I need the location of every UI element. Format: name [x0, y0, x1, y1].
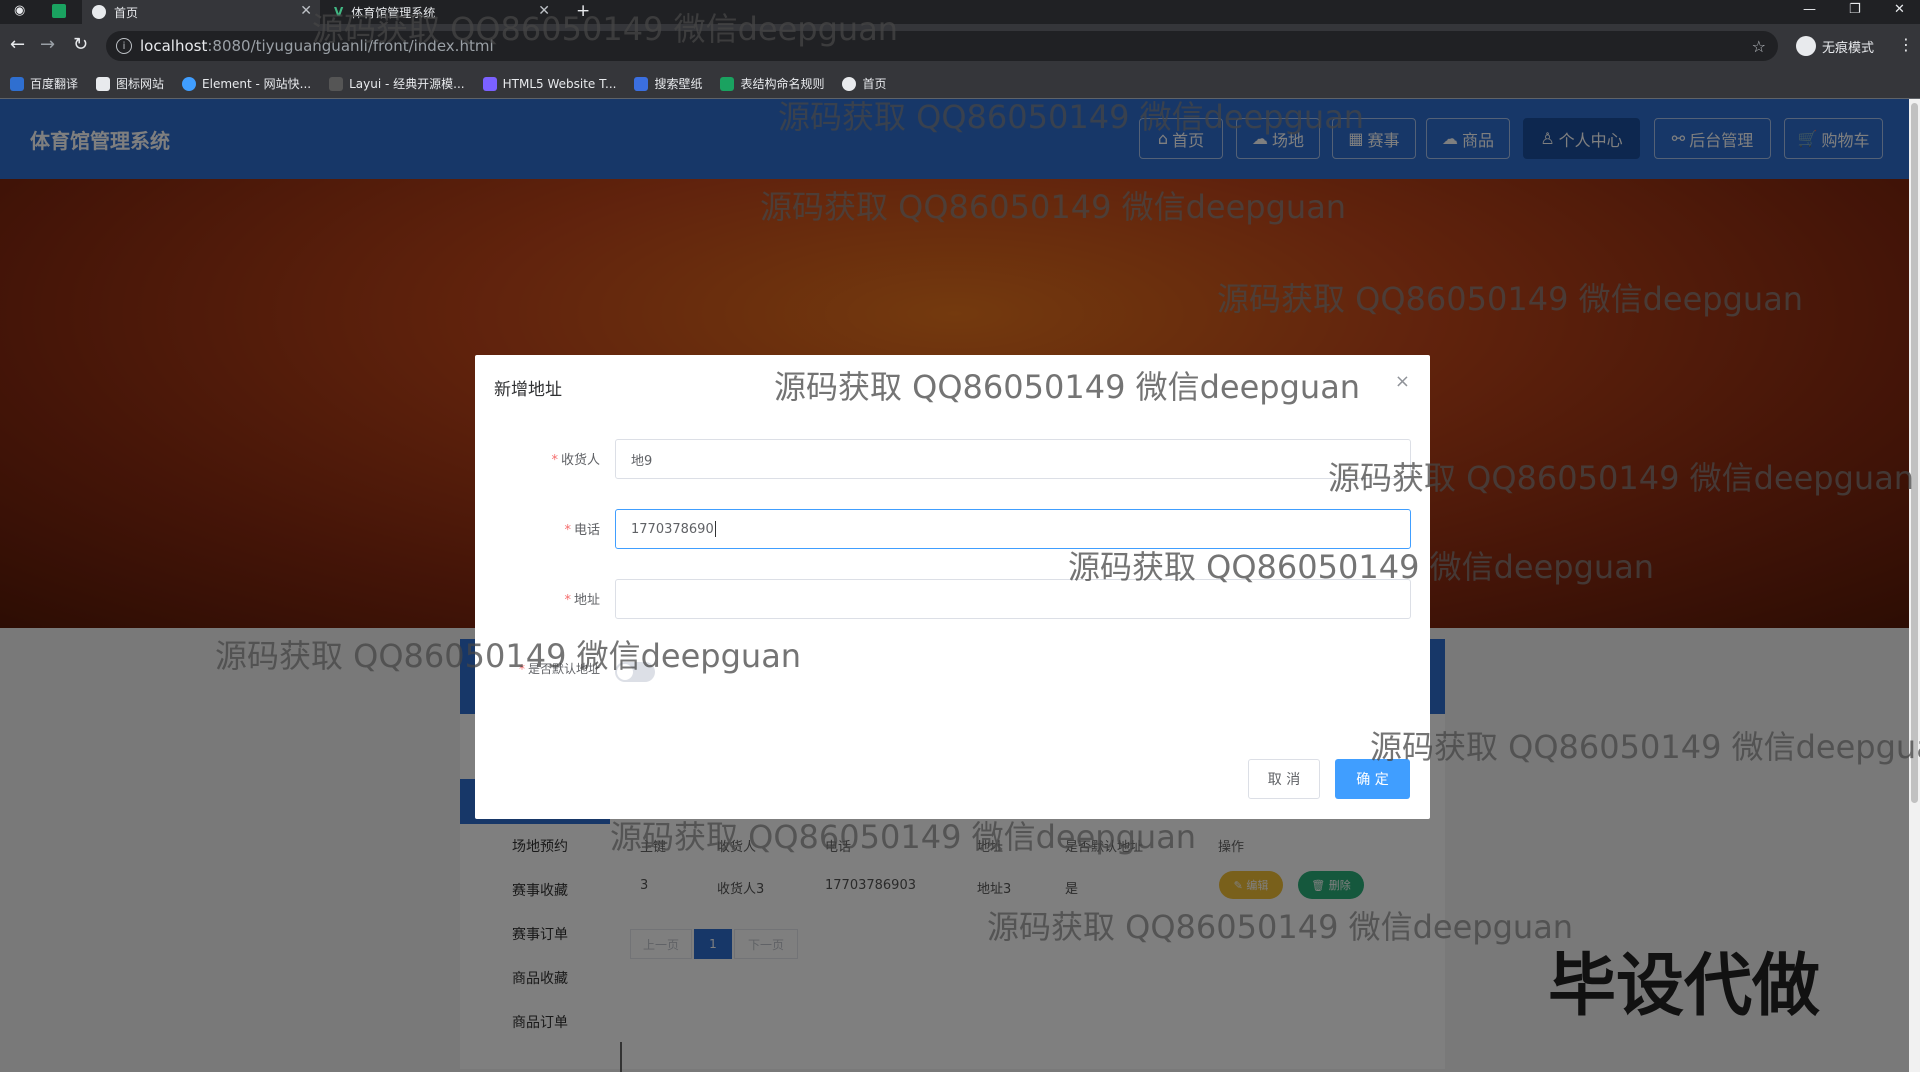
watermark: 源码获取 QQ86050149 微信deepguan: [312, 10, 899, 48]
sheet-icon: [720, 76, 735, 91]
chrome-logo-icon: ◉: [14, 3, 26, 18]
translate-icon: [10, 76, 24, 91]
bookmark-item[interactable]: HTML5 Website T...: [482, 76, 617, 91]
watermark: 源码获取 QQ86050149 微信deepguan: [1328, 459, 1915, 497]
bookmark-star-icon[interactable]: ☆: [1752, 37, 1766, 56]
close-window-icon[interactable]: ✕: [1894, 2, 1905, 17]
watermark: 源码获取 QQ86050149 微信deepguan: [760, 188, 1347, 226]
html5-icon: [482, 76, 497, 91]
minimize-icon[interactable]: —: [1803, 2, 1816, 17]
bookmark-label: 表结构命名规则: [740, 77, 825, 91]
promo-stamp: 毕设代做: [1548, 947, 1821, 1026]
tab-home[interactable]: 首页 ✕: [82, 0, 320, 24]
bookmark-item[interactable]: Element - 网站快...: [182, 75, 311, 92]
input-value: 1770378690: [631, 521, 714, 537]
address-label: * 地址: [564, 589, 600, 608]
cancel-button[interactable]: 取 消: [1248, 759, 1320, 799]
watermark: 源码获取 QQ86050149 微信deepguan: [778, 98, 1365, 136]
label-text: 电话: [573, 523, 600, 538]
watermark: 源码获取 QQ86050149 微信deepguan: [987, 908, 1574, 946]
tab-label: 首页: [114, 5, 139, 20]
sheets-tab-icon[interactable]: [52, 4, 66, 18]
watermark: 源码获取 QQ86050149 微信deepguan: [774, 368, 1361, 406]
label-text: 收货人: [560, 453, 600, 468]
restore-icon[interactable]: ❐: [1849, 2, 1861, 17]
globe-icon: [92, 5, 106, 19]
reload-icon[interactable]: ↻: [73, 34, 88, 55]
address-bar: ← → ↻ i localhost:8080/tiyuguanguanli/fr…: [0, 24, 1920, 69]
text-caret: [714, 521, 716, 537]
required-mark: *: [551, 453, 558, 468]
watermark: 源码获取 QQ86050149 微信deepguan: [215, 637, 802, 675]
flag-icon: [96, 76, 111, 91]
incognito-label: 无痕模式: [1822, 40, 1875, 56]
page-scrollbar[interactable]: [1909, 99, 1920, 1072]
phone-label: * 电话: [564, 519, 600, 538]
browser-menu-icon[interactable]: ⋮: [1898, 35, 1914, 54]
url-host: localhost: [140, 37, 208, 55]
watermark: 源码获取 QQ86050149 微信deepguan: [1217, 280, 1804, 318]
dialog-title: 新增地址: [494, 380, 562, 400]
close-icon[interactable]: ×: [1395, 371, 1410, 392]
bookmark-label: 首页: [862, 77, 887, 91]
globe-icon: [842, 76, 857, 91]
bookmark-item[interactable]: Layui - 经典开源模...: [329, 75, 465, 92]
wallpaper-icon: [634, 76, 649, 91]
incognito-icon: [1796, 36, 1816, 56]
bookmark-item[interactable]: 表结构命名规则: [720, 75, 824, 92]
layui-icon: [329, 76, 344, 91]
bookmark-item[interactable]: 图标网站: [96, 75, 164, 92]
bookmark-label: 图标网站: [116, 77, 165, 91]
bookmark-item[interactable]: 百度翻译: [10, 75, 78, 92]
back-icon[interactable]: ←: [10, 34, 25, 55]
receiver-label: * 收货人: [551, 449, 600, 468]
required-mark: *: [564, 593, 571, 608]
required-mark: *: [564, 523, 571, 538]
close-icon[interactable]: ✕: [300, 3, 312, 19]
bookmark-item[interactable]: 搜索壁纸: [634, 75, 702, 92]
receiver-input[interactable]: 地9: [615, 439, 1411, 479]
watermark: 源码获取 QQ86050149 微信deepguan: [1370, 728, 1920, 766]
incognito-profile[interactable]: 无痕模式: [1796, 36, 1874, 56]
bookmark-label: Element - 网站快...: [202, 77, 312, 91]
bookmark-label: 搜索壁纸: [654, 77, 703, 91]
forward-icon[interactable]: →: [40, 34, 55, 55]
watermark: 源码获取 QQ86050149 微信deepguan: [1068, 548, 1655, 586]
label-text: 地址: [573, 593, 600, 608]
bookmark-label: 百度翻译: [30, 77, 79, 91]
browser-tabbar: ◉ 首页 ✕ V 体育馆管理系统 ✕ + — ❐ ✕: [0, 0, 1920, 24]
input-value: 地9: [631, 453, 653, 469]
watermark: 源码获取 QQ86050149 微信deepguan: [610, 818, 1197, 856]
bookmark-label: Layui - 经典开源模...: [349, 77, 465, 91]
info-icon[interactable]: i: [116, 38, 132, 54]
bookmark-label: HTML5 Website T...: [502, 76, 617, 91]
bookmark-item[interactable]: 首页: [842, 75, 887, 92]
element-icon: [182, 76, 197, 91]
